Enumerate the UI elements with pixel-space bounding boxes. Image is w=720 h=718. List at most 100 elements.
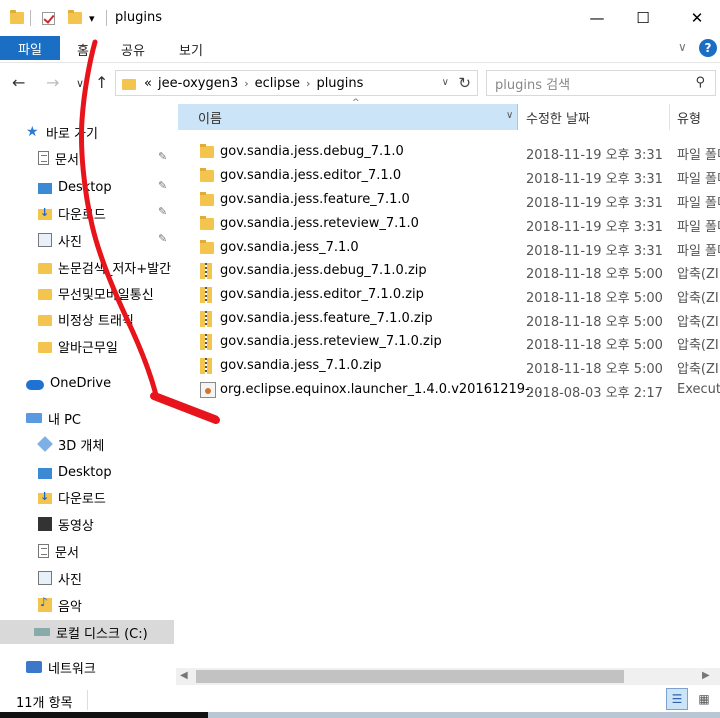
breadcrumb-chevron-icon[interactable]: › — [306, 77, 310, 90]
sidebar-item-this-pc[interactable]: 내 PC — [0, 406, 176, 430]
sidebar-item-pc-pictures[interactable]: 사진 — [0, 566, 176, 590]
forward-button[interactable]: → — [46, 73, 59, 92]
refresh-icon[interactable]: ↻ — [458, 74, 471, 92]
sidebar-item-pc-desktop[interactable]: Desktop — [0, 460, 176, 484]
sidebar-item-videos[interactable]: 동영상 — [0, 512, 176, 536]
up-button[interactable]: ↑ — [95, 73, 108, 92]
breadcrumb-jee-oxygen3[interactable]: jee-oxygen3 — [158, 76, 238, 91]
tab-view[interactable]: 보기 — [179, 40, 203, 59]
table-row[interactable]: gov.sandia.jess.debug_7.1.0 2018-11-19 오… — [176, 140, 720, 164]
sidebar-item-label: 사진 — [58, 572, 82, 588]
table-row[interactable]: gov.sandia.jess.feature_7.1.0.zip 2018-1… — [176, 307, 720, 331]
sidebar-item-network[interactable]: 네트워크 — [0, 655, 176, 679]
pin-icon[interactable]: ✎ — [158, 205, 167, 218]
back-button[interactable]: ← — [12, 73, 25, 92]
sidebar-item-pictures[interactable]: 사진 ✎ — [0, 228, 176, 252]
column-divider[interactable] — [669, 104, 670, 130]
table-row[interactable]: gov.sandia.jess_7.1.0.zip 2018-11-18 오후 … — [176, 354, 720, 378]
zip-archive-icon — [200, 263, 212, 279]
sidebar-item-pc-downloads[interactable]: 다운로드 — [0, 485, 176, 509]
table-row[interactable]: gov.sandia.jess.editor_7.1.0.zip 2018-11… — [176, 283, 720, 307]
scroll-left-icon[interactable]: ◀ — [180, 670, 188, 681]
file-name: gov.sandia.jess.feature_7.1.0 — [220, 192, 410, 207]
details-view-icon[interactable]: ☰ — [666, 688, 688, 710]
ribbon-expand-icon[interactable]: ∨ — [678, 40, 687, 54]
breadcrumb-eclipse[interactable]: eclipse — [255, 76, 300, 91]
column-filter-dropdown-icon[interactable]: ∨ — [506, 110, 513, 121]
status-bar: 11개 항목 ☰ ▦ — [0, 688, 720, 712]
sidebar-item-label: 비정상 트래픽 — [58, 313, 134, 329]
address-dropdown-icon[interactable]: ∨ — [442, 77, 449, 88]
sidebar-item-3d-objects[interactable]: 3D 개체 — [0, 432, 176, 456]
pin-icon[interactable]: ✎ — [158, 232, 167, 245]
desktop-icon — [38, 467, 52, 479]
table-row[interactable]: gov.sandia.jess.debug_7.1.0.zip 2018-11-… — [176, 259, 720, 283]
scroll-right-icon[interactable]: ▶ — [702, 670, 710, 681]
sidebar-item-work-days[interactable]: 알바근무일 — [0, 334, 176, 358]
sort-ascending-icon: ^ — [352, 98, 360, 108]
sidebar-item-onedrive[interactable]: OneDrive — [0, 371, 176, 395]
sidebar-item-desktop[interactable]: Desktop ✎ — [0, 175, 176, 199]
sidebar-item-documents[interactable]: 문서 ✎ — [0, 146, 176, 170]
quick-access-dropdown[interactable]: ▾ — [89, 8, 95, 28]
help-icon[interactable]: ? — [699, 39, 717, 57]
sidebar-item-paper-search[interactable]: 논문검색_저자+발간 — [0, 255, 176, 279]
sidebar-item-downloads[interactable]: 다운로드 ✎ — [0, 201, 176, 225]
picture-icon — [38, 233, 52, 247]
sidebar-item-label: 문서 — [55, 152, 79, 168]
tab-home[interactable]: 홈 — [77, 40, 89, 59]
pin-icon[interactable]: ✎ — [158, 179, 167, 192]
large-icons-view-icon[interactable]: ▦ — [693, 688, 715, 710]
file-type: 파일 폴더 — [677, 196, 720, 211]
table-row[interactable]: gov.sandia.jess.editor_7.1.0 2018-11-19 … — [176, 164, 720, 188]
ribbon-tabs: 파일 홈 공유 보기 ∨ ? — [0, 36, 720, 62]
close-button[interactable]: ✕ — [674, 0, 720, 36]
breadcrumb-chevron-icon[interactable]: › — [244, 77, 248, 90]
table-row[interactable]: gov.sandia.jess_7.1.0 2018-11-19 오후 3:31… — [176, 236, 720, 260]
address-overflow[interactable]: « — [144, 76, 152, 91]
file-date: 2018-11-18 오후 5:00 — [526, 362, 663, 377]
file-date: 2018-11-18 오후 5:00 — [526, 338, 663, 353]
breadcrumb-plugins[interactable]: plugins — [316, 76, 363, 91]
sidebar-item-label: 로컬 디스크 (C:) — [56, 626, 148, 642]
search-input[interactable]: plugins 검색 ⚲ — [486, 70, 716, 96]
file-name: gov.sandia.jess.feature_7.1.0.zip — [220, 311, 433, 326]
sidebar-item-abnormal-traffic[interactable]: 비정상 트래픽 — [0, 307, 176, 331]
table-row[interactable]: gov.sandia.jess.reteview_7.1.0.zip 2018-… — [176, 330, 720, 354]
sidebar-item-pc-documents[interactable]: 문서 — [0, 539, 176, 563]
sidebar-item-label: 3D 개체 — [58, 438, 105, 454]
table-row[interactable]: gov.sandia.jess.reteview_7.1.0 2018-11-1… — [176, 212, 720, 236]
sidebar-item-music[interactable]: 음악 — [0, 593, 176, 617]
maximize-button[interactable]: ☐ — [620, 0, 666, 36]
network-icon — [26, 661, 42, 673]
sidebar-item-quick-access[interactable]: ★ 바로 가기 — [0, 120, 176, 144]
search-icon[interactable]: ⚲ — [695, 75, 705, 90]
tab-share[interactable]: 공유 — [121, 40, 145, 59]
pin-icon[interactable]: ✎ — [158, 150, 167, 163]
sidebar-item-label: 동영상 — [58, 518, 94, 534]
column-name[interactable]: 이름 ^ ∨ — [178, 98, 518, 130]
file-type: 압축(ZIP) — [677, 338, 720, 353]
properties-check-icon[interactable] — [42, 8, 55, 28]
column-date[interactable]: 수정한 날짜 — [526, 104, 590, 130]
column-type[interactable]: 유형 — [677, 104, 701, 130]
sidebar-item-local-disk[interactable]: 로컬 디스크 (C:) — [0, 620, 174, 644]
file-name: gov.sandia.jess.debug_7.1.0.zip — [220, 263, 427, 278]
table-row[interactable]: org.eclipse.equinox.launcher_1.4.0.v2016… — [176, 378, 720, 402]
recent-locations-button[interactable]: ∨ — [76, 77, 84, 90]
zip-archive-icon — [200, 358, 212, 374]
table-row[interactable]: gov.sandia.jess.feature_7.1.0 2018-11-19… — [176, 188, 720, 212]
minimize-button[interactable]: — — [574, 0, 620, 36]
file-date: 2018-11-18 오후 5:00 — [526, 291, 663, 306]
sidebar-item-label: 네트워크 — [48, 661, 96, 677]
sidebar-item-wireless[interactable]: 무선및모바일통신 — [0, 281, 176, 305]
file-date: 2018-11-19 오후 3:31 — [526, 220, 663, 235]
scrollbar-thumb[interactable] — [196, 670, 624, 683]
navigation-pane: ★ 바로 가기 문서 ✎ Desktop ✎ 다운로드 ✎ 사진 ✎ 논문검색_… — [0, 104, 176, 688]
new-folder-icon[interactable] — [68, 8, 82, 28]
address-bar[interactable]: « jee-oxygen3 › eclipse › plugins ∨ ↻ — [115, 70, 478, 96]
document-icon — [38, 151, 49, 165]
tab-file[interactable]: 파일 — [0, 36, 60, 60]
horizontal-scrollbar[interactable]: ◀ ▶ — [176, 668, 720, 685]
folder-icon — [200, 216, 214, 230]
